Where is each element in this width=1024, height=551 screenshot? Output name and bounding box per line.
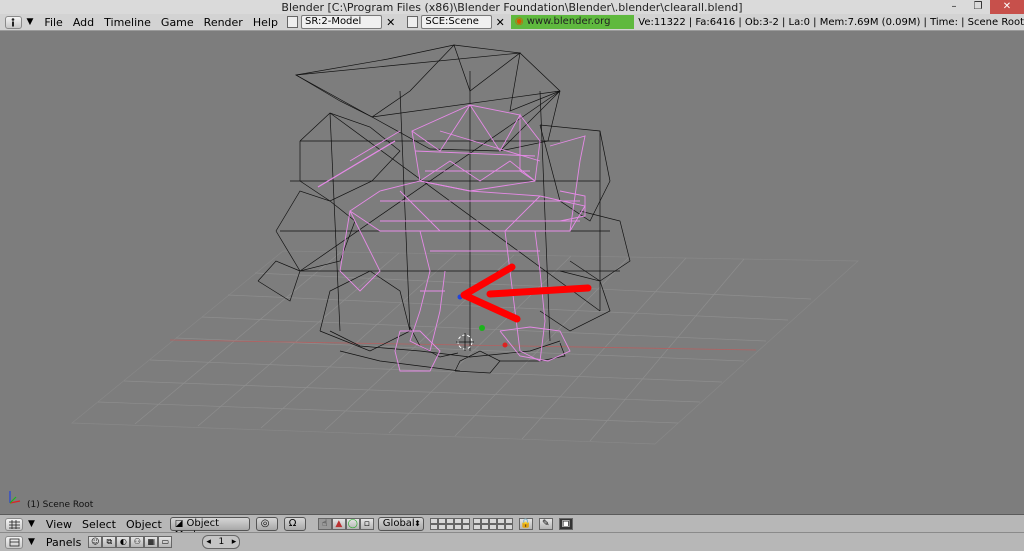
- object-mode-icon: ◪: [174, 519, 184, 529]
- info-header: ▼ File Add Timeline Game Render Help SR:…: [0, 14, 1024, 41]
- scene-panel-icon[interactable]: ▭: [158, 536, 173, 548]
- collapse-menu-icon[interactable]: ▼: [27, 17, 34, 27]
- minimize-button[interactable]: –: [942, 0, 966, 14]
- object-panel-icon[interactable]: ⚇: [130, 536, 145, 548]
- maximize-button[interactable]: ❐: [966, 0, 990, 14]
- robot-wireframe: [257, 44, 631, 374]
- decrement-icon[interactable]: ◂: [203, 536, 211, 548]
- render-icon[interactable]: ▣: [558, 518, 573, 530]
- axis-widget: [9, 491, 21, 504]
- layer-button[interactable]: [496, 524, 505, 530]
- 3d-cursor: [456, 333, 474, 351]
- increment-icon[interactable]: ▸: [232, 536, 240, 548]
- draw-type-select[interactable]: ◎: [255, 517, 278, 531]
- buttons-window-header: ▼ Panels ☺ ⧉ ◐ ⚇ ▦ ▭ ◂ 1 ▸: [0, 532, 1024, 551]
- orientation-select[interactable]: Global ⬍: [377, 517, 424, 531]
- lock-icon[interactable]: 🔒: [518, 518, 533, 530]
- menu-timeline[interactable]: Timeline: [99, 16, 156, 29]
- layer-button[interactable]: [453, 524, 462, 530]
- screen-field[interactable]: SR:2-Model: [300, 15, 383, 29]
- layer-button[interactable]: [429, 524, 438, 530]
- collapse-menu-icon[interactable]: ▼: [28, 519, 35, 529]
- frame-number-field[interactable]: ◂ 1 ▸: [202, 535, 241, 549]
- manipulator-rotate-icon[interactable]: ◯: [345, 518, 360, 530]
- layer-button[interactable]: [445, 524, 454, 530]
- window-controls: – ❐ ✕: [942, 0, 1024, 14]
- window-title: Blender [C:\Program Files (x86)\Blender …: [281, 1, 743, 14]
- orientation-label: Global: [382, 518, 415, 529]
- manipulator-scale-icon[interactable]: ▫: [359, 518, 374, 530]
- collapse-menu-icon[interactable]: ▼: [28, 537, 35, 547]
- scene-root-label: (1) Scene Root: [27, 500, 94, 510]
- manipulator-toggle-hand-icon[interactable]: ☝: [317, 518, 332, 530]
- screen-delete-icon[interactable]: ✕: [386, 16, 395, 29]
- 3d-viewport[interactable]: [0, 31, 1024, 513]
- chevron-updown-icon: ⬍: [414, 519, 421, 528]
- blender-url-badge[interactable]: ◉ www.blender.org 249.2: [510, 15, 635, 41]
- editing-panel-icon[interactable]: ▦: [144, 536, 159, 548]
- 3d-view-header: ▼ View Select Object ◪ Object Mode ⬍ ◎ Ω…: [0, 514, 1024, 541]
- window-type-icon[interactable]: [5, 15, 22, 29]
- pivot-select[interactable]: Ω: [283, 517, 306, 531]
- menu-add[interactable]: Add: [68, 16, 99, 29]
- layer-button[interactable]: [472, 524, 481, 530]
- scene-stats: Ve:11322 | Fa:6416 | Ob:3-2 | La:0 | Mem…: [638, 16, 1024, 28]
- layer-button[interactable]: [437, 524, 446, 530]
- layer-button[interactable]: [488, 524, 497, 530]
- layer-button[interactable]: [480, 524, 489, 530]
- window-titlebar: Blender [C:\Program Files (x86)\Blender …: [0, 0, 1024, 15]
- menu-game[interactable]: Game: [156, 16, 199, 29]
- menu-object[interactable]: Object: [121, 518, 167, 531]
- close-button[interactable]: ✕: [990, 0, 1024, 14]
- screen-browse-icon[interactable]: [286, 16, 298, 28]
- layer-button[interactable]: [461, 524, 470, 530]
- logic-panel-icon[interactable]: ☺: [88, 536, 103, 548]
- script-panel-icon[interactable]: ⧉: [102, 536, 117, 548]
- scene-delete-icon[interactable]: ✕: [496, 16, 505, 29]
- blender-logo-icon: ◉: [514, 16, 524, 27]
- menu-panels[interactable]: Panels: [41, 536, 86, 549]
- viewport-type-icon[interactable]: [5, 517, 23, 531]
- menu-render[interactable]: Render: [199, 16, 248, 29]
- viewport-canvas: [9, 44, 859, 504]
- menu-select[interactable]: Select: [77, 518, 121, 531]
- layer-buttons: [429, 518, 516, 530]
- draw-type-icon: ◎: [260, 518, 270, 529]
- menu-view[interactable]: View: [41, 518, 77, 531]
- buttons-window-type-icon[interactable]: [5, 535, 23, 549]
- frame-number: 1: [218, 537, 225, 547]
- menu-file[interactable]: File: [39, 16, 67, 29]
- menu-help[interactable]: Help: [248, 16, 283, 29]
- scene-browse-icon[interactable]: [407, 16, 419, 28]
- scene-field[interactable]: SCE:Scene: [421, 15, 492, 29]
- pivot-icon: Ω: [288, 518, 297, 529]
- manipulator-translate-icon[interactable]: ▲: [331, 518, 346, 530]
- shading-panel-icon[interactable]: ◐: [116, 536, 131, 548]
- red-arrow-annotation: [460, 263, 592, 323]
- ipo-icon[interactable]: ✎: [538, 518, 553, 530]
- mode-select[interactable]: ◪ Object Mode ⬍: [169, 517, 250, 541]
- layer-button[interactable]: [504, 524, 513, 530]
